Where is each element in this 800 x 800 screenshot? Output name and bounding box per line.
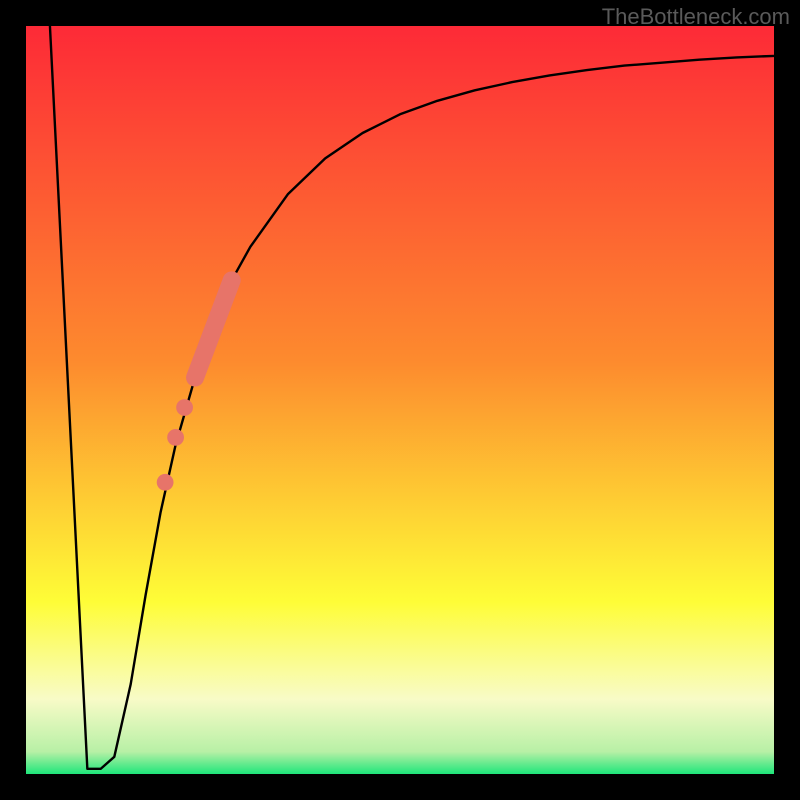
- marker-dot: [157, 474, 174, 491]
- chart-container: TheBottleneck.com: [0, 0, 800, 800]
- marker-dot: [176, 399, 193, 416]
- bottleneck-chart: [0, 0, 800, 800]
- watermark-text: TheBottleneck.com: [602, 4, 790, 30]
- marker-dot: [167, 429, 184, 446]
